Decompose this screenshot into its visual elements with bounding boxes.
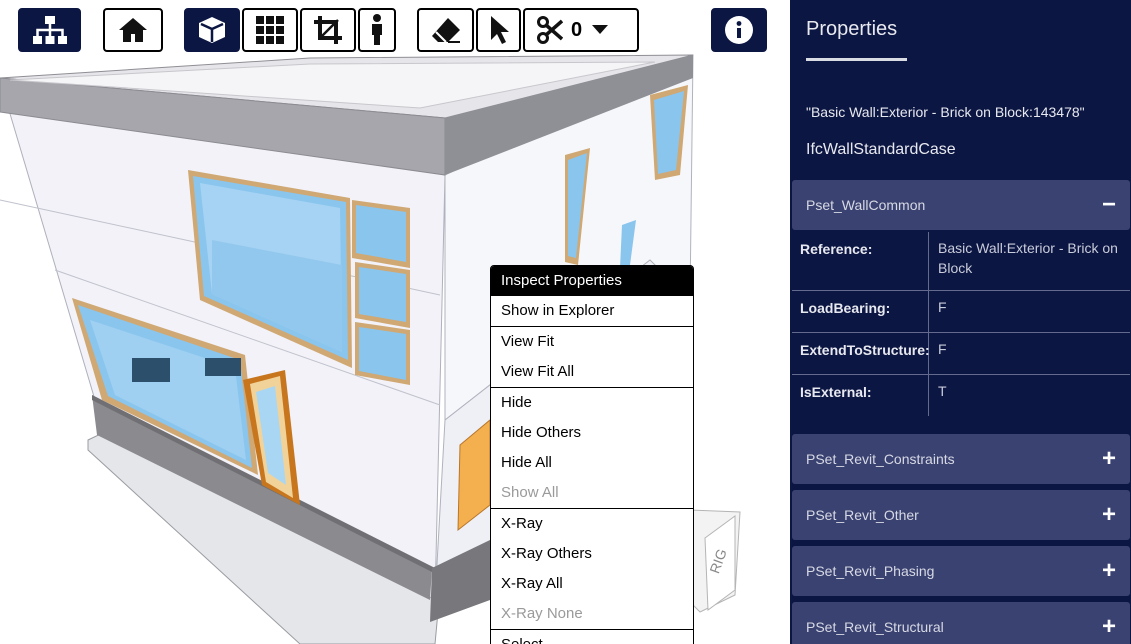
clear-button[interactable] <box>417 8 474 52</box>
menu-group: X-Ray X-Ray Others X-Ray All X-Ray None <box>491 508 693 629</box>
property-table: Reference: Basic Wall:Exterior - Brick o… <box>792 232 1130 416</box>
pset-name: Pset_WallCommon <box>806 197 926 213</box>
menu-group: View Fit View Fit All <box>491 326 693 387</box>
menu-item-view-fit-all[interactable]: View Fit All <box>491 357 693 387</box>
context-menu: Inspect Properties Show in Explorer View F… <box>490 265 694 644</box>
chevron-down-icon[interactable] <box>592 25 609 35</box>
section-count: 0 <box>571 18 583 41</box>
3d-viewer[interactable]: RIG 0 Inspect Properties Show in Explore… <box>0 0 790 644</box>
pset-name: PSet_Revit_Constraints <box>806 451 955 467</box>
title-underline <box>806 58 907 61</box>
select-button[interactable] <box>476 8 521 52</box>
property-row: ExtendToStructure: F <box>792 333 1130 375</box>
menu-item-view-fit[interactable]: View Fit <box>491 327 693 357</box>
properties-panel: Properties "Basic Wall:Exterior - Brick … <box>790 0 1131 644</box>
expand-icon[interactable]: + <box>1102 503 1116 527</box>
pset-name: PSet_Revit_Other <box>806 507 919 523</box>
menu-group: Inspect Properties Show in Explorer <box>491 266 693 326</box>
first-person-button[interactable] <box>358 8 396 52</box>
property-value: F <box>938 299 947 315</box>
cursor-icon <box>490 16 509 44</box>
menu-item-inspect-properties[interactable]: Inspect Properties <box>491 266 693 296</box>
menu-item-x-ray[interactable]: X-Ray <box>491 509 693 539</box>
menu-group: Select <box>491 629 693 644</box>
home-icon <box>119 18 147 42</box>
expand-icon[interactable]: + <box>1102 559 1116 583</box>
pset-header-revit-structural[interactable]: PSet_Revit_Structural + <box>792 602 1130 644</box>
expand-icon[interactable]: + <box>1102 615 1116 639</box>
property-row: Reference: Basic Wall:Exterior - Brick o… <box>792 232 1130 291</box>
pset-header-revit-phasing[interactable]: PSet_Revit_Phasing + <box>792 546 1130 596</box>
pset-name: PSet_Revit_Structural <box>806 619 944 635</box>
cube-icon <box>199 17 225 43</box>
property-value: F <box>938 341 947 357</box>
property-row: LoadBearing: F <box>792 291 1130 333</box>
menu-item-select[interactable]: Select <box>491 630 693 644</box>
property-value: T <box>938 383 947 399</box>
section-box-button[interactable] <box>300 8 356 52</box>
property-key: LoadBearing: <box>792 291 929 332</box>
menu-item-x-ray-others[interactable]: X-Ray Others <box>491 539 693 569</box>
pset-header-revit-other[interactable]: PSet_Revit_Other + <box>792 490 1130 540</box>
eraser-icon <box>431 18 460 43</box>
panel-title: Properties <box>806 18 898 40</box>
tree-icon <box>32 16 67 44</box>
menu-item-hide-others[interactable]: Hide Others <box>491 418 693 448</box>
property-key: IsExternal: <box>792 375 929 416</box>
object-type: IfcWallStandardCase <box>806 141 956 158</box>
menu-group: Hide Hide Others Hide All Show All <box>491 387 693 508</box>
pset-header-revit-constraints[interactable]: PSet_Revit_Constraints + <box>792 434 1130 484</box>
property-row: IsExternal: T <box>792 375 1130 416</box>
scissors-icon <box>537 16 563 44</box>
menu-item-hide[interactable]: Hide <box>491 388 693 418</box>
menu-item-x-ray-none: X-Ray None <box>501 605 583 622</box>
property-value: Basic Wall:Exterior - Brick on Block <box>938 240 1118 276</box>
plan-view-button[interactable] <box>242 8 298 52</box>
pset-header-wallcommon[interactable]: Pset_WallCommon − <box>792 180 1130 230</box>
menu-item-hide-all[interactable]: Hide All <box>491 448 693 478</box>
crop-icon <box>314 16 342 44</box>
menu-item-x-ray-all[interactable]: X-Ray All <box>491 569 693 599</box>
home-view-button[interactable] <box>103 8 163 52</box>
3d-view-button[interactable] <box>184 8 240 52</box>
expand-icon[interactable]: + <box>1102 447 1116 471</box>
menu-item-show-all: Show All <box>501 484 559 501</box>
grid-icon <box>256 16 284 44</box>
property-key: ExtendToStructure: <box>792 333 930 374</box>
collapse-icon[interactable]: − <box>1102 193 1116 217</box>
person-icon <box>372 14 382 45</box>
section-planes-button[interactable]: 0 <box>523 8 639 52</box>
menu-item-show-in-explorer[interactable]: Show in Explorer <box>491 296 693 326</box>
pset-name: PSet_Revit_Phasing <box>806 563 935 579</box>
info-button[interactable] <box>711 8 767 52</box>
property-key: Reference: <box>792 232 929 290</box>
object-name: "Basic Wall:Exterior - Brick on Block:14… <box>806 104 1085 120</box>
info-icon <box>725 16 753 44</box>
model-explorer-button[interactable] <box>18 8 81 52</box>
